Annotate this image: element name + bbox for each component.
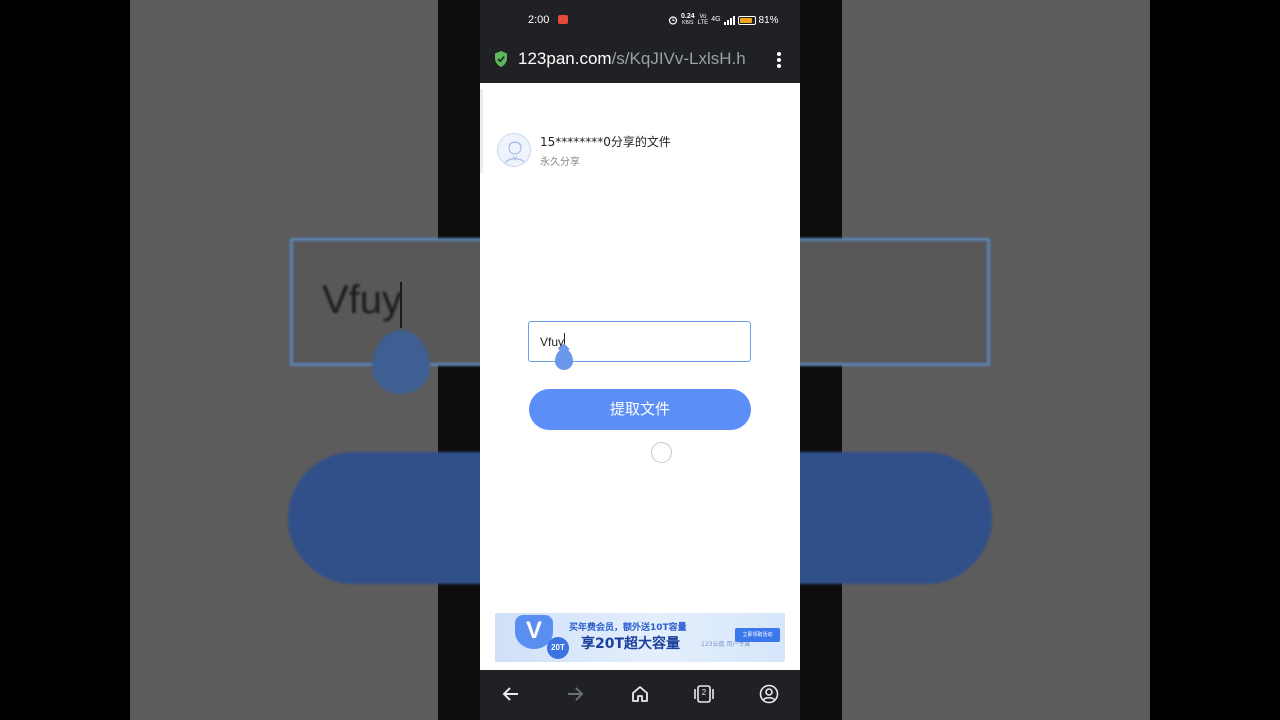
tab-count: 2 <box>701 688 707 697</box>
page-content: 15********0分享的文件 永久分享 提取文件 V 20T 买年费会员，额… <box>480 83 800 670</box>
share-duration: 永久分享 <box>540 157 580 168</box>
bg-blurred-caret <box>400 282 402 328</box>
battery-percent: 81% <box>758 14 779 26</box>
browser-url-bar[interactable]: 123pan.com/s/KqJIVv-LxlsH.h <box>480 40 800 83</box>
volte-bottom: LTE <box>697 20 709 26</box>
volte-indicator: Vo LTE <box>698 14 709 26</box>
back-arrow-icon[interactable] <box>499 682 523 706</box>
bg-blurred-input-text: Vfuy <box>322 278 403 322</box>
url-domain: 123pan.com <box>518 49 612 68</box>
extract-file-button[interactable]: 提取文件 <box>529 389 751 430</box>
phone-screen: 2:00 0.24 KB/S Vo LTE 4G 81% 123pan.com/… <box>480 0 800 720</box>
url-path: /s/KqJIVv-LxlsH.h <box>611 49 746 68</box>
browser-bottom-nav: 2 <box>480 670 800 720</box>
promo-badge: 20T <box>547 637 569 659</box>
side-scroll-indicator <box>480 89 483 173</box>
text-selection-handle[interactable] <box>555 349 573 370</box>
forward-arrow-icon[interactable] <box>563 682 587 706</box>
url-text[interactable]: 123pan.com/s/KqJIVv-LxlsH.h <box>518 49 762 69</box>
bg-right-border <box>1150 0 1280 720</box>
network-type: 4G <box>711 16 721 23</box>
screen-record-icon <box>558 15 568 24</box>
status-time: 2:00 <box>528 14 550 26</box>
net-speed-unit: KB/S <box>682 20 694 26</box>
account-icon[interactable] <box>757 682 781 706</box>
promo-banner[interactable]: V 20T 买年费会员，额外送10T容量 享20T超大容量 123云盘 用户专属… <box>495 613 785 662</box>
battery-icon <box>737 15 756 25</box>
alarm-icon <box>668 16 678 25</box>
promo-cta-button[interactable]: 立即领取活动 <box>735 628 780 642</box>
bg-left-border <box>0 0 130 720</box>
browser-menu-icon[interactable] <box>776 51 782 69</box>
signal-icon <box>723 15 735 25</box>
promo-line1: 买年费会员，额外送10T容量 <box>569 623 687 633</box>
net-speed: 0.24 KB/S <box>681 13 695 26</box>
user-avatar-icon <box>504 141 526 165</box>
home-icon[interactable] <box>628 682 652 706</box>
status-bar: 2:00 0.24 KB/S Vo LTE 4G 81% <box>480 0 800 40</box>
share-owner-title: 15********0分享的文件 <box>540 135 671 149</box>
status-icons: 0.24 KB/S Vo LTE 4G 81% <box>668 13 779 26</box>
tabs-button[interactable]: 2 <box>692 682 716 706</box>
promo-line2: 享20T超大容量 <box>581 636 681 652</box>
loading-spinner-icon <box>651 442 672 463</box>
secure-shield-icon <box>495 51 507 67</box>
avatar <box>497 133 531 167</box>
